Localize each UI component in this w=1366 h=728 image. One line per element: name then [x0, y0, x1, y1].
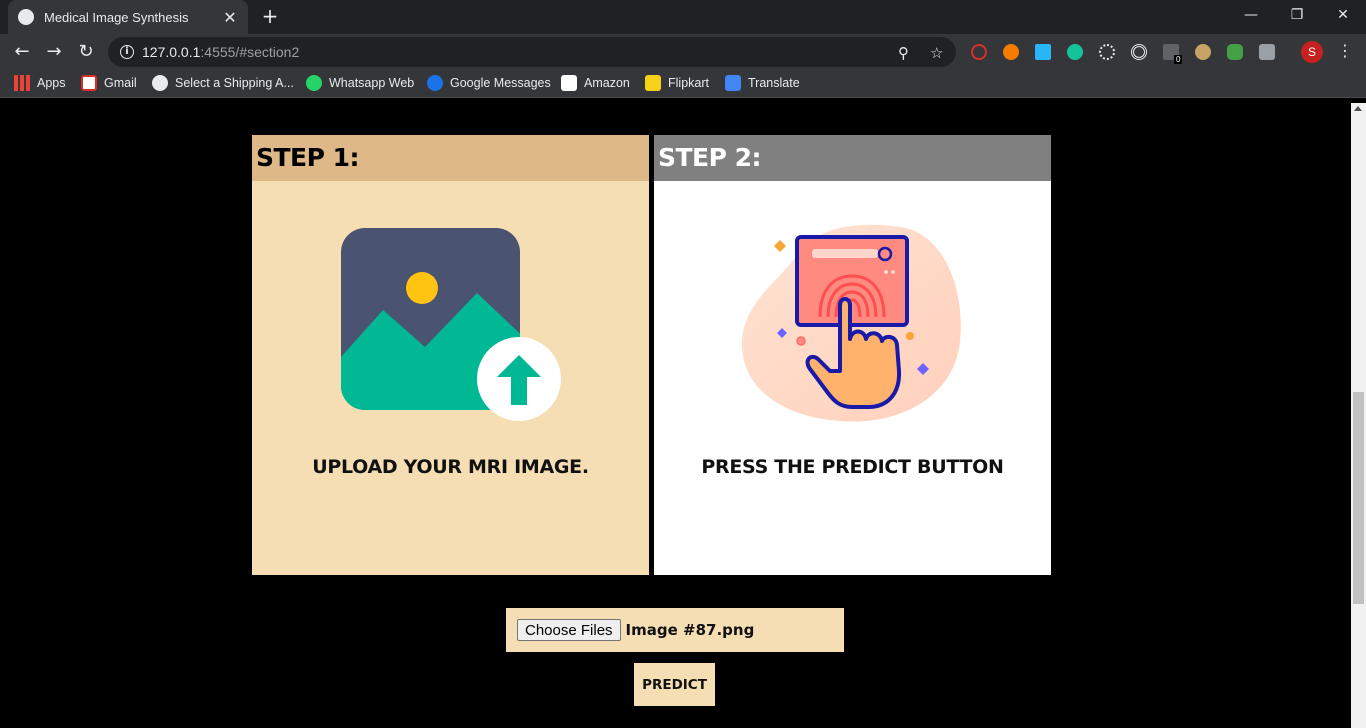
- profile-avatar[interactable]: S: [1301, 41, 1323, 63]
- camera-icon[interactable]: [1259, 44, 1275, 60]
- new-tab-button[interactable]: +: [259, 5, 281, 27]
- fingerprint-press-icon: [741, 224, 961, 422]
- step-1-body: UPLOAD YOUR MRI IMAGE.: [252, 181, 649, 575]
- globe-icon: [152, 75, 168, 91]
- minimize-button[interactable]: —: [1228, 0, 1274, 30]
- react-devtools-icon[interactable]: [1099, 44, 1115, 60]
- step-2-card: STEP 2: PRESS THE PREDICT BUTTON: [654, 135, 1051, 575]
- bookmark-star-icon[interactable]: ☆: [930, 44, 943, 62]
- step-2-heading: STEP 2:: [654, 135, 1051, 181]
- flipkart-icon: [645, 75, 661, 91]
- bookmark-whatsapp[interactable]: Whatsapp Web: [306, 75, 414, 91]
- back-button[interactable]: ←: [10, 40, 34, 64]
- close-tab-icon[interactable]: ✕: [222, 8, 238, 27]
- step-2-body: PRESS THE PREDICT BUTTON: [654, 181, 1051, 575]
- restore-button[interactable]: ❐: [1274, 0, 1320, 30]
- scrollbar-thumb[interactable]: [1353, 392, 1364, 604]
- extension-blocker-icon[interactable]: [971, 44, 987, 60]
- browser-tabstrip: Medical Image Synthesis ✕ + — ❐ ✕: [0, 0, 1366, 34]
- messages-icon: [427, 75, 443, 91]
- bookmark-gmail[interactable]: Gmail: [81, 75, 137, 91]
- predict-button[interactable]: PREDICT: [634, 663, 715, 706]
- site-info-icon[interactable]: i: [120, 45, 134, 59]
- reload-button[interactable]: ↻: [74, 40, 98, 64]
- browser-toolbar: ← → ↻ i 127.0.0.1:4555/#section2 ⚲ ☆ 0 S…: [0, 34, 1366, 70]
- tab-title: Medical Image Synthesis: [44, 9, 189, 25]
- amazon-icon: [561, 75, 577, 91]
- globe-icon: [18, 9, 34, 25]
- bookmark-google-messages[interactable]: Google Messages: [427, 75, 551, 91]
- step-1-heading: STEP 1:: [252, 135, 649, 181]
- browser-tab[interactable]: Medical Image Synthesis ✕: [8, 0, 248, 34]
- translate-icon: [725, 75, 741, 91]
- grammarly-icon[interactable]: [1067, 44, 1083, 60]
- file-upload-field: Choose Files Image #87.png: [506, 608, 844, 652]
- url-host: 127.0.0.1: [142, 44, 201, 60]
- extension-eye-icon[interactable]: [1227, 44, 1243, 60]
- apps-grid-icon: [14, 75, 30, 91]
- browser-menu-icon[interactable]: ⋮: [1337, 41, 1353, 60]
- close-window-button[interactable]: ✕: [1320, 0, 1366, 30]
- url-path: :4555/#section2: [200, 44, 300, 60]
- address-bar[interactable]: i 127.0.0.1:4555/#section2 ⚲ ☆: [108, 37, 956, 67]
- bookmark-shipping[interactable]: Select a Shipping A...: [152, 75, 294, 91]
- selected-file-name: Image #87.png: [625, 621, 755, 639]
- bookmark-flipkart[interactable]: Flipkart: [645, 75, 709, 91]
- gmail-icon: [81, 75, 97, 91]
- whatsapp-icon: [306, 75, 322, 91]
- bookmark-apps[interactable]: Apps: [14, 75, 66, 91]
- step-1-caption: UPLOAD YOUR MRI IMAGE.: [312, 456, 589, 478]
- step-1-card: STEP 1: UPLOAD YOUR MRI IMAGE.: [252, 135, 649, 575]
- extension-target-icon[interactable]: [1131, 44, 1147, 60]
- cookie-icon[interactable]: [1195, 44, 1211, 60]
- zoom-icon[interactable]: ⚲: [898, 44, 909, 62]
- bookmarks-bar: Apps Gmail Select a Shipping A... Whatsa…: [0, 70, 1366, 98]
- step-2-caption: PRESS THE PREDICT BUTTON: [701, 456, 1004, 478]
- choose-files-button[interactable]: Choose Files: [517, 619, 621, 641]
- forward-button[interactable]: →: [42, 40, 66, 64]
- page-viewport: STEP 1: UPLOAD YOUR MRI IMAGE. STEP 2: P…: [0, 103, 1366, 728]
- scroll-up-arrow-icon[interactable]: [1354, 106, 1362, 111]
- extension-window-icon[interactable]: [1035, 44, 1051, 60]
- page-scrollbar[interactable]: [1351, 103, 1366, 728]
- bookmark-translate[interactable]: Translate: [725, 75, 800, 91]
- extension-fire-icon[interactable]: [1003, 44, 1019, 60]
- extension-badge: 0: [1174, 55, 1183, 64]
- image-upload-icon: [341, 228, 561, 421]
- bookmark-amazon[interactable]: Amazon: [561, 75, 630, 91]
